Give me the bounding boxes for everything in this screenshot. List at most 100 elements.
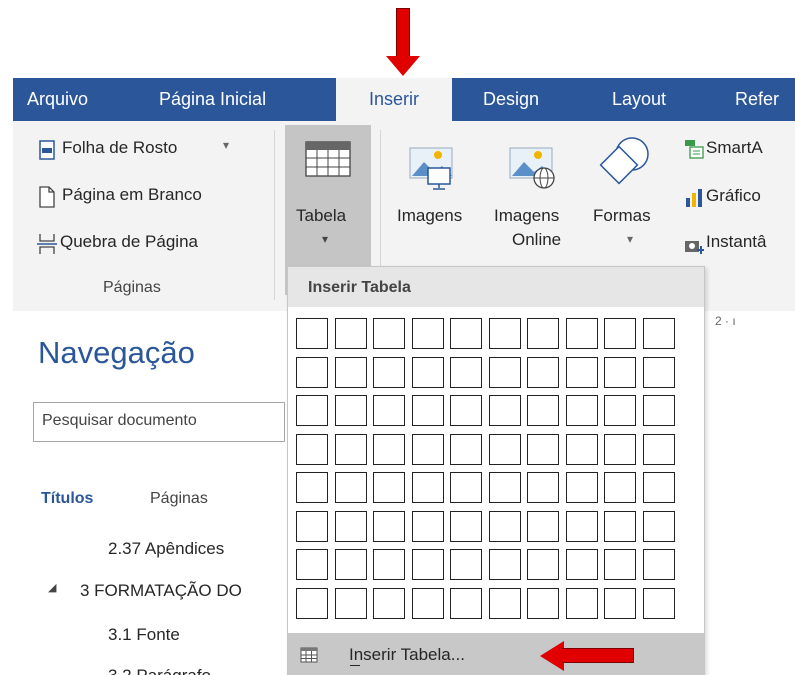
table-grid-cell[interactable] [643, 549, 675, 580]
table-grid-cell[interactable] [604, 511, 636, 542]
table-grid-cell[interactable] [412, 434, 444, 465]
table-grid-cell[interactable] [643, 588, 675, 619]
table-grid-cell[interactable] [450, 357, 482, 388]
table-grid-cell[interactable] [296, 511, 328, 542]
table-grid-cell[interactable] [335, 318, 367, 349]
table-grid-cell[interactable] [412, 318, 444, 349]
table-grid-cell[interactable] [566, 472, 598, 503]
table-grid-cell[interactable] [566, 357, 598, 388]
table-grid-cell[interactable] [373, 434, 405, 465]
table-grid-cell[interactable] [450, 472, 482, 503]
table-grid-cell[interactable] [412, 395, 444, 426]
table-grid-cell[interactable] [373, 472, 405, 503]
heading-item[interactable]: 2.37 Apêndices [108, 539, 224, 559]
formas-button[interactable]: Formas ▾ [590, 130, 670, 270]
table-grid-cell[interactable] [373, 588, 405, 619]
table-grid-cell[interactable] [373, 511, 405, 542]
table-grid-cell[interactable] [412, 549, 444, 580]
table-grid-cell[interactable] [373, 549, 405, 580]
table-grid-cell[interactable] [643, 318, 675, 349]
table-grid-cell[interactable] [566, 395, 598, 426]
table-grid-cell[interactable] [604, 318, 636, 349]
tab-pagina-inicial[interactable]: Página Inicial [159, 78, 266, 121]
table-grid-cell[interactable] [412, 357, 444, 388]
table-grid-cell[interactable] [566, 511, 598, 542]
table-grid-cell[interactable] [335, 434, 367, 465]
table-grid-cell[interactable] [527, 318, 559, 349]
table-grid-cell[interactable] [412, 472, 444, 503]
table-grid-cell[interactable] [373, 357, 405, 388]
table-grid-cell[interactable] [335, 472, 367, 503]
table-grid-cell[interactable] [643, 357, 675, 388]
collapse-triangle-icon[interactable]: ◢ [48, 581, 56, 594]
table-grid-cell[interactable] [604, 357, 636, 388]
table-grid-cell[interactable] [335, 588, 367, 619]
instantaneo-button[interactable]: Instantâ [684, 232, 795, 256]
table-grid-cell[interactable] [296, 472, 328, 503]
table-grid-cell[interactable] [527, 549, 559, 580]
grafico-button[interactable]: Gráfico [684, 186, 795, 210]
table-grid-cell[interactable] [450, 588, 482, 619]
heading-item[interactable]: 3 FORMATAÇÃO DO [80, 581, 285, 601]
table-grid-cell[interactable] [527, 588, 559, 619]
table-grid-cell[interactable] [450, 511, 482, 542]
table-grid-cell[interactable] [296, 549, 328, 580]
table-grid-cell[interactable] [335, 549, 367, 580]
table-grid-cell[interactable] [335, 395, 367, 426]
table-grid-cell[interactable] [643, 511, 675, 542]
table-grid-cell[interactable] [489, 588, 521, 619]
tab-paginas[interactable]: Páginas [150, 490, 208, 508]
tab-titulos[interactable]: Títulos [41, 490, 93, 508]
tab-design[interactable]: Design [483, 78, 539, 121]
table-grid-cell[interactable] [489, 549, 521, 580]
table-grid-cell[interactable] [566, 588, 598, 619]
table-grid-cell[interactable] [527, 472, 559, 503]
table-grid-cell[interactable] [412, 511, 444, 542]
table-grid-cell[interactable] [489, 472, 521, 503]
table-grid-cell[interactable] [643, 395, 675, 426]
tab-referencias[interactable]: Refer [735, 78, 779, 121]
table-grid-cell[interactable] [489, 511, 521, 542]
table-grid-cell[interactable] [527, 395, 559, 426]
table-grid-cell[interactable] [489, 395, 521, 426]
table-grid-cell[interactable] [296, 395, 328, 426]
table-grid-cell[interactable] [412, 588, 444, 619]
table-grid-cell[interactable] [643, 434, 675, 465]
heading-item[interactable]: 3.1 Fonte [108, 625, 180, 645]
table-grid-cell[interactable] [604, 395, 636, 426]
table-grid-cell[interactable] [566, 434, 598, 465]
table-grid-cell[interactable] [489, 318, 521, 349]
tab-layout[interactable]: Layout [612, 78, 666, 121]
table-grid-cell[interactable] [489, 434, 521, 465]
imagens-online-button[interactable]: Imagens Online [488, 130, 578, 270]
table-grid-cell[interactable] [373, 395, 405, 426]
table-grid-cell[interactable] [604, 588, 636, 619]
table-grid-cell[interactable] [643, 472, 675, 503]
table-grid-cell[interactable] [489, 357, 521, 388]
table-grid-cell[interactable] [335, 511, 367, 542]
table-grid-cell[interactable] [296, 318, 328, 349]
heading-item[interactable]: 3.2 Parágrafo [108, 666, 211, 675]
table-grid-cell[interactable] [527, 511, 559, 542]
table-grid-cell[interactable] [450, 395, 482, 426]
tab-inserir[interactable]: Inserir [336, 78, 452, 121]
table-grid-cell[interactable] [296, 357, 328, 388]
table-grid-cell[interactable] [566, 549, 598, 580]
table-grid-cell[interactable] [450, 434, 482, 465]
table-grid-cell[interactable] [296, 434, 328, 465]
table-grid-cell[interactable] [373, 318, 405, 349]
imagens-button[interactable]: Imagens [390, 130, 490, 270]
table-grid-cell[interactable] [604, 549, 636, 580]
table-grid-cell[interactable] [335, 357, 367, 388]
smartart-button[interactable]: SmartA [684, 138, 795, 162]
table-grid-cell[interactable] [450, 318, 482, 349]
table-grid-cell[interactable] [450, 549, 482, 580]
tab-arquivo[interactable]: Arquivo [27, 78, 88, 121]
table-grid-cell[interactable] [566, 318, 598, 349]
search-input[interactable]: Pesquisar documento [33, 402, 285, 442]
table-grid-cell[interactable] [527, 434, 559, 465]
table-grid-cell[interactable] [604, 434, 636, 465]
table-grid-cell[interactable] [527, 357, 559, 388]
table-grid-cell[interactable] [296, 588, 328, 619]
table-grid-cell[interactable] [604, 472, 636, 503]
